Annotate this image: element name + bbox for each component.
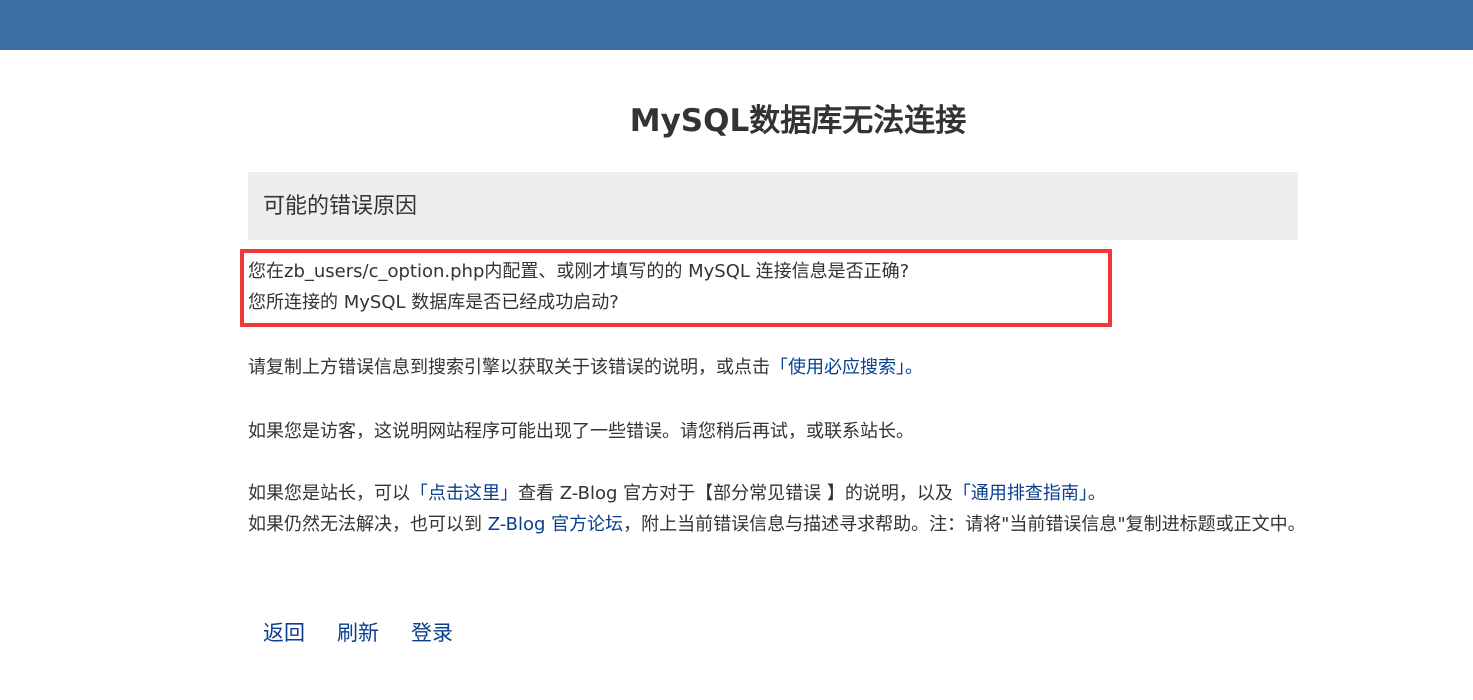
- admin-text-2: 查看 Z-Blog 官方对于【部分常见错误 】的说明，以及: [518, 483, 953, 504]
- login-link[interactable]: 登录: [411, 616, 453, 650]
- troubleshoot-guide-link[interactable]: 「通用排查指南」: [953, 483, 1088, 504]
- refresh-link[interactable]: 刷新: [337, 616, 379, 650]
- search-hint-paragraph: 请复制上方错误信息到搜索引擎以获取关于该错误的说明，或点击「使用必应搜索」。: [248, 352, 1308, 383]
- admin-text-3: 。: [1087, 483, 1106, 504]
- bing-search-link[interactable]: 「使用必应搜索」: [770, 357, 905, 378]
- page-title: MySQL数据库无法连接: [629, 103, 967, 139]
- search-hint-end: 。: [905, 357, 923, 378]
- admin-text-5: ，附上当前错误信息与描述寻求帮助。注：请将"当前错误信息"复制进标题或正文中。: [623, 514, 1306, 535]
- action-links: 返回 刷新 登录: [263, 616, 453, 650]
- back-link[interactable]: 返回: [263, 616, 305, 650]
- click-here-link[interactable]: 「点击这里」: [410, 483, 518, 504]
- section-header-reasons: 可能的错误原因: [248, 172, 1298, 240]
- visitor-paragraph: 如果您是访客，这说明网站程序可能出现了一些错误。请您稍后再试，或联系站长。: [248, 421, 914, 442]
- reason-line-2: 您所连接的 MySQL 数据库是否已经成功启动?: [248, 292, 619, 313]
- reason-line-1: 您在zb_users/c_option.php内配置、或刚才填写的的 MySQL…: [248, 261, 910, 282]
- forum-link[interactable]: Z-Blog 官方论坛: [488, 514, 623, 535]
- admin-text-1: 如果您是站长，可以: [248, 483, 410, 504]
- admin-text-4: 如果仍然无法解决，也可以到: [248, 514, 488, 535]
- admin-paragraph: 如果您是站长，可以「点击这里」查看 Z-Blog 官方对于【部分常见错误 】的说…: [248, 478, 1308, 540]
- top-bar: [0, 0, 1473, 50]
- search-hint-text: 请复制上方错误信息到搜索引擎以获取关于该错误的说明，或点击: [248, 357, 770, 378]
